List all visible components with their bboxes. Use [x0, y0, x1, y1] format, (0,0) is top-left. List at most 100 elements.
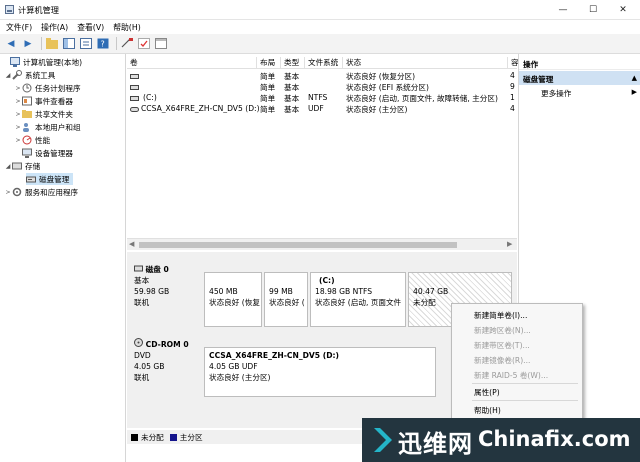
tree-task-scheduler[interactable]: > 任务计划程序	[14, 82, 81, 94]
menu-item-properties[interactable]: 属性(P)	[474, 387, 500, 399]
table-row[interactable]: 简单 基本 状态良好 (EFI 系统分区) 9	[127, 82, 517, 93]
column-header-status[interactable]: 状态	[343, 57, 508, 69]
forward-arrow-icon[interactable]: ▶	[21, 37, 35, 51]
tree-event-viewer[interactable]: > 事件查看器	[14, 95, 73, 107]
partition-recovery[interactable]: 450 MB 状态良好 (恢复	[204, 272, 262, 327]
watermark-cn-text: 迅维网	[398, 430, 473, 458]
menu-file[interactable]: 文件(F)	[6, 22, 32, 33]
menu-item-new-mirrored-volume[interactable]: 新建镜像卷(R)...	[474, 355, 530, 367]
disk0-label[interactable]: 磁盘 0 基本 59.98 GB 联机	[130, 262, 202, 328]
chevron-right-icon[interactable]: >	[14, 124, 22, 131]
collapse-up-icon[interactable]: ▲	[632, 74, 637, 82]
tree-local-users[interactable]: > 本地用户和组	[14, 121, 81, 133]
actions-section-label: 磁盘管理	[523, 75, 554, 84]
menu-item-help[interactable]: 帮助(H)	[474, 405, 501, 417]
menu-item-new-spanned-volume[interactable]: 新建跨区卷(N)...	[474, 325, 531, 337]
column-header-volume[interactable]: 卷	[127, 57, 257, 69]
tree-label: 计算机管理(本地)	[23, 57, 83, 67]
legend-primary-swatch	[169, 433, 177, 441]
tree-shared-folders[interactable]: > 共享文件夹	[14, 108, 72, 120]
table-row[interactable]: (C:) 简单 基本 NTFS 状态良好 (启动, 页面文件, 故障转储, 主分…	[127, 93, 517, 104]
scroll-left-icon[interactable]: ◀	[129, 240, 134, 248]
partition-status: 状态良好 (启动, 页面文件	[315, 298, 402, 307]
tree-system-tools[interactable]: ◢ 系统工具	[4, 69, 55, 81]
tree-disk-management[interactable]: 磁盘管理	[26, 173, 74, 185]
column-header-capacity[interactable]: 容	[508, 57, 519, 69]
chevron-right-icon[interactable]: >	[14, 85, 22, 92]
minimize-button[interactable]: —	[548, 0, 578, 20]
tree-services-apps[interactable]: > 服务和应用程序	[4, 186, 78, 198]
tools-icon	[12, 70, 22, 80]
chevron-down-icon[interactable]: ◢	[4, 72, 12, 79]
drive-icon	[130, 82, 139, 91]
scroll-right-icon[interactable]: ▶	[507, 240, 512, 248]
actions-header: 操作	[519, 56, 640, 70]
disk-state: 联机	[134, 373, 150, 382]
column-header-layout[interactable]: 布局	[257, 57, 281, 69]
horizontal-scrollbar[interactable]: ◀ ▶	[127, 238, 517, 250]
title-bar: 计算机管理 — ☐ ✕	[0, 0, 640, 20]
tree-device-manager[interactable]: 设备管理器	[22, 147, 73, 159]
device-manager-icon	[22, 148, 32, 158]
partition-efi[interactable]: 99 MB 状态良好 (	[264, 272, 308, 327]
back-arrow-icon[interactable]: ◀	[4, 37, 18, 51]
toolbar: ◀ ▶ ?	[0, 34, 640, 54]
partition-d[interactable]: CCSA_X64FRE_ZH-CN_DV5 (D:) 4.05 GB UDF 状…	[204, 347, 436, 397]
chevron-right-icon[interactable]: >	[14, 137, 22, 144]
table-row[interactable]: 简单 基本 状态良好 (恢复分区) 4	[127, 71, 517, 82]
partition-status: 状态良好 (主分区)	[209, 373, 271, 382]
disk-size: 4.05 GB	[134, 362, 165, 371]
partition-size: 18.98 GB NTFS	[315, 287, 373, 296]
toolbar-separator	[116, 37, 117, 50]
menu-view[interactable]: 查看(V)	[77, 22, 104, 33]
tree-root[interactable]: 计算机管理(本地)	[2, 56, 82, 68]
legend-primary-label: 主分区	[179, 432, 203, 442]
cell-capacity: 1	[510, 93, 515, 102]
storage-icon	[12, 161, 22, 171]
column-header-filesystem[interactable]: 文件系统	[305, 57, 343, 69]
drive-icon	[130, 71, 139, 80]
menu-action[interactable]: 操作(A)	[41, 22, 68, 33]
tree-performance[interactable]: > 性能	[14, 134, 50, 146]
table-row[interactable]: CCSA_X64FRE_ZH-CN_DV5 (D:) 简单 基本 UDF 状态良…	[127, 104, 517, 115]
partition-c[interactable]: (C:) 18.98 GB NTFS 状态良好 (启动, 页面文件	[310, 272, 406, 327]
menu-help[interactable]: 帮助(H)	[113, 22, 141, 33]
cell-capacity: 9	[510, 82, 515, 91]
connect-icon[interactable]	[120, 37, 134, 51]
scrollbar-thumb[interactable]	[139, 242, 457, 248]
more-actions-item[interactable]: 更多操作 ▶	[541, 88, 640, 100]
chevron-right-icon[interactable]: >	[14, 111, 22, 118]
check-icon[interactable]	[137, 37, 151, 51]
chevron-down-icon[interactable]: ◢	[4, 163, 12, 170]
tree-label: 性能	[35, 135, 51, 145]
menu-bar: 文件(F) 操作(A) 查看(V) 帮助(H)	[0, 20, 640, 34]
cell-type: 基本	[284, 105, 300, 114]
tree-label: 任务计划程序	[35, 83, 81, 93]
cell-filesystem: UDF	[308, 104, 324, 113]
menu-item-new-raid5-volume[interactable]: 新建 RAID-5 卷(W)...	[474, 370, 548, 382]
cell-layout: 简单	[260, 83, 276, 92]
chevron-right-icon[interactable]: >	[14, 98, 22, 105]
cell-status: 状态良好 (启动, 页面文件, 故障转储, 主分区)	[346, 94, 498, 103]
maximize-button[interactable]: ☐	[578, 0, 608, 20]
column-header-type[interactable]: 类型	[281, 57, 305, 69]
partition-size: 4.05 GB UDF	[209, 362, 258, 371]
window-icon[interactable]	[154, 37, 168, 51]
chevron-right-icon: ▶	[631, 88, 637, 96]
menu-item-new-striped-volume[interactable]: 新建带区卷(T)...	[474, 340, 530, 352]
actions-section-disk-management[interactable]: 磁盘管理 ▲	[519, 71, 640, 85]
close-button[interactable]: ✕	[608, 0, 638, 20]
menu-item-new-simple-volume[interactable]: 新建简单卷(I)...	[474, 310, 527, 322]
up-folder-icon[interactable]	[45, 37, 59, 51]
chevron-right-icon[interactable]: >	[4, 189, 12, 196]
help-icon[interactable]: ?	[96, 37, 110, 51]
cd-icon	[134, 338, 143, 349]
tree-storage[interactable]: ◢ 存储	[4, 160, 41, 172]
disk-management-icon	[26, 174, 36, 184]
watermark-logo-icon	[372, 426, 394, 454]
context-menu: 新建简单卷(I)... 新建跨区卷(N)... 新建带区卷(T)... 新建镜像…	[451, 303, 583, 421]
properties-icon[interactable]	[79, 37, 93, 51]
cdrom0-label[interactable]: CD-ROM 0 DVD 4.05 GB 联机	[130, 336, 202, 394]
show-hide-tree-icon[interactable]	[62, 37, 76, 51]
users-icon	[22, 122, 32, 132]
